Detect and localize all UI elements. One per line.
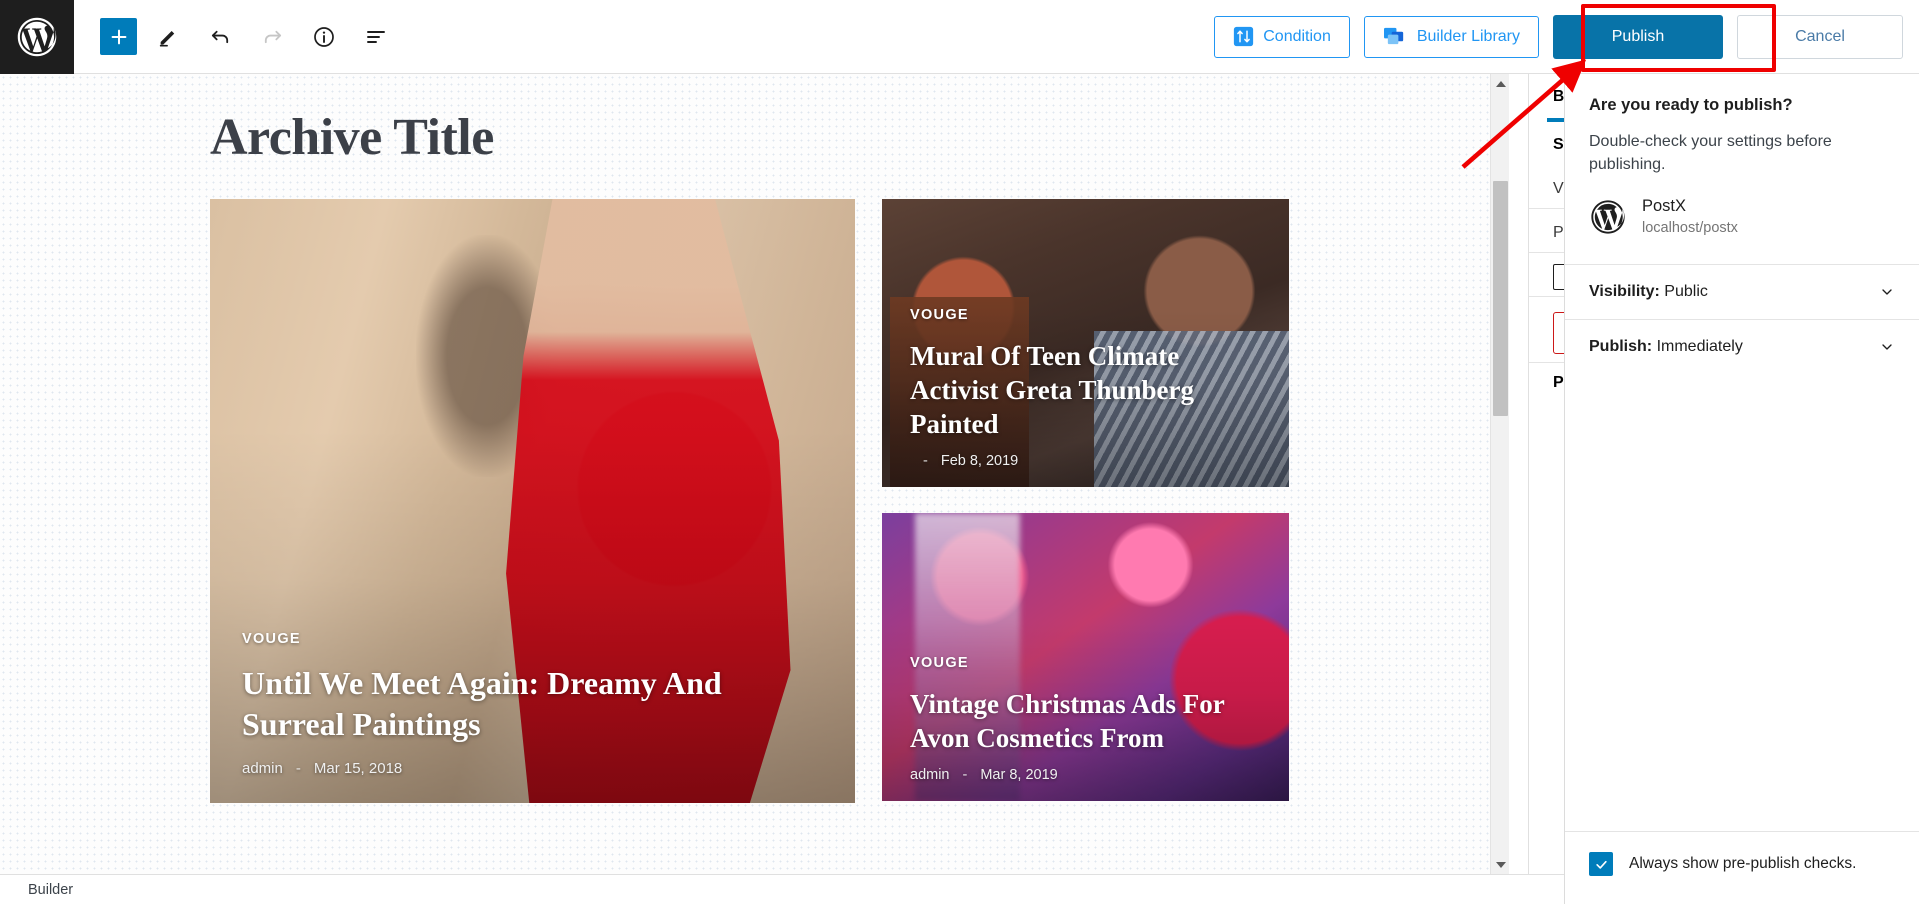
wordpress-block-editor: Condition Builder Library Publish Cancel… (0, 0, 1919, 904)
scroll-down-arrow-icon[interactable] (1491, 855, 1510, 874)
condition-label: Condition (1263, 28, 1331, 46)
post-category-badge[interactable]: VOUGE (910, 307, 969, 323)
redo-button[interactable] (251, 16, 293, 58)
post-meta: - Feb 8, 2019 (910, 453, 1261, 469)
post-card-body: VOUGE Until We Meet Again: Dreamy And Su… (210, 630, 855, 803)
plus-icon (108, 26, 130, 48)
condition-icon (1233, 26, 1254, 47)
toolbar-right-actions: Condition Builder Library Publish Cancel (1214, 0, 1919, 74)
page-title: Archive Title (210, 108, 1509, 167)
site-info-text: PostX localhost/postx (1642, 196, 1738, 238)
meta-separator: - (296, 760, 301, 777)
wordpress-logo-icon (15, 15, 59, 59)
always-show-checks-checkbox[interactable] (1589, 852, 1613, 876)
undo-button[interactable] (199, 16, 241, 58)
post-category-badge[interactable]: VOUGE (242, 631, 301, 647)
publish-date-value: Immediately (1657, 338, 1743, 355)
publish-date-accordion-label: Publish: Immediately (1589, 338, 1743, 356)
site-name: PostX (1642, 196, 1738, 217)
condition-button[interactable]: Condition (1214, 16, 1350, 58)
info-circle-icon (312, 25, 336, 49)
site-url: localhost/postx (1642, 218, 1738, 238)
post-date: Mar 15, 2018 (314, 760, 402, 777)
post-grid-right-column: VOUGE Mural Of Teen Climate Activist Gre… (882, 199, 1289, 803)
scroll-up-arrow-icon[interactable] (1491, 74, 1510, 93)
post-card-body: VOUGE Mural Of Teen Climate Activist Gre… (882, 306, 1289, 487)
visibility-value: Public (1664, 283, 1708, 300)
details-button[interactable] (303, 16, 345, 58)
post-card-featured[interactable]: VOUGE Until We Meet Again: Dreamy And Su… (210, 199, 855, 803)
visibility-label: Visibility: (1589, 283, 1660, 300)
post-meta: admin - Mar 8, 2019 (910, 767, 1261, 783)
post-card-body: VOUGE Vintage Christmas Ads For Avon Cos… (882, 654, 1289, 801)
add-block-button[interactable] (100, 18, 137, 55)
pre-publish-main: Are you ready to publish? Double-check y… (1565, 74, 1919, 264)
post-grid-left-column: VOUGE Until We Meet Again: Dreamy And Su… (210, 199, 855, 803)
chevron-down-icon (1879, 284, 1895, 300)
post-grid: VOUGE Until We Meet Again: Dreamy And Su… (210, 199, 1509, 803)
chevron-down-icon (1879, 339, 1895, 355)
toolbar-tools (74, 16, 397, 58)
editor-status-bar: Builder (0, 874, 1564, 904)
post-title[interactable]: Mural Of Teen Climate Activist Greta Thu… (910, 339, 1261, 441)
post-author[interactable]: admin (910, 767, 950, 783)
post-date: Feb 8, 2019 (941, 453, 1018, 469)
wordpress-logo-button[interactable] (0, 0, 74, 74)
post-card-secondary-1[interactable]: VOUGE Mural Of Teen Climate Activist Gre… (882, 199, 1289, 487)
wordpress-logo-icon (1589, 198, 1627, 236)
list-view-button[interactable] (355, 16, 397, 58)
visibility-accordion-label: Visibility: Public (1589, 283, 1708, 301)
scrollbar-thumb[interactable] (1493, 181, 1508, 416)
redo-arrow-icon (261, 25, 284, 48)
breadcrumb[interactable]: Builder (28, 882, 73, 898)
canvas-scrollbar[interactable] (1490, 74, 1509, 874)
pre-publish-panel: Are you ready to publish? Double-check y… (1564, 74, 1919, 904)
visibility-accordion[interactable]: Visibility: Public (1565, 264, 1919, 319)
pre-publish-heading: Are you ready to publish? (1589, 96, 1895, 115)
post-card-secondary-2[interactable]: VOUGE Vintage Christmas Ads For Avon Cos… (882, 513, 1289, 801)
checkmark-icon (1594, 857, 1609, 872)
post-title[interactable]: Until We Meet Again: Dreamy And Surreal … (242, 663, 823, 744)
post-meta: admin - Mar 15, 2018 (242, 760, 823, 777)
edit-tool-button[interactable] (147, 16, 189, 58)
pre-publish-subtext: Double-check your settings before publis… (1589, 131, 1895, 176)
publish-date-accordion[interactable]: Publish: Immediately (1565, 319, 1919, 374)
builder-library-icon (1383, 25, 1408, 48)
builder-library-label: Builder Library (1417, 28, 1520, 46)
meta-separator: - (963, 767, 968, 783)
pre-publish-footer: Always show pre-publish checks. (1565, 831, 1919, 904)
cancel-button[interactable]: Cancel (1737, 15, 1903, 59)
undo-arrow-icon (209, 25, 232, 48)
editor-toolbar: Condition Builder Library Publish Cancel (0, 0, 1919, 74)
publish-button[interactable]: Publish (1553, 15, 1723, 59)
publish-date-label: Publish: (1589, 338, 1652, 355)
post-category-badge[interactable]: VOUGE (910, 655, 969, 671)
pencil-icon (157, 26, 179, 48)
post-title[interactable]: Vintage Christmas Ads For Avon Cosmetics… (910, 687, 1261, 755)
post-date: Mar 8, 2019 (980, 767, 1057, 783)
editor-canvas[interactable]: Archive Title VOUGE Until We Meet Again:… (0, 74, 1509, 874)
list-view-icon (364, 25, 388, 49)
always-show-checks-label: Always show pre-publish checks. (1629, 855, 1856, 873)
post-author[interactable]: admin (242, 760, 283, 777)
site-info: PostX localhost/postx (1589, 196, 1895, 264)
builder-library-button[interactable]: Builder Library (1364, 16, 1539, 58)
meta-separator: - (923, 453, 928, 469)
publish-actions: Publish (1553, 15, 1723, 59)
